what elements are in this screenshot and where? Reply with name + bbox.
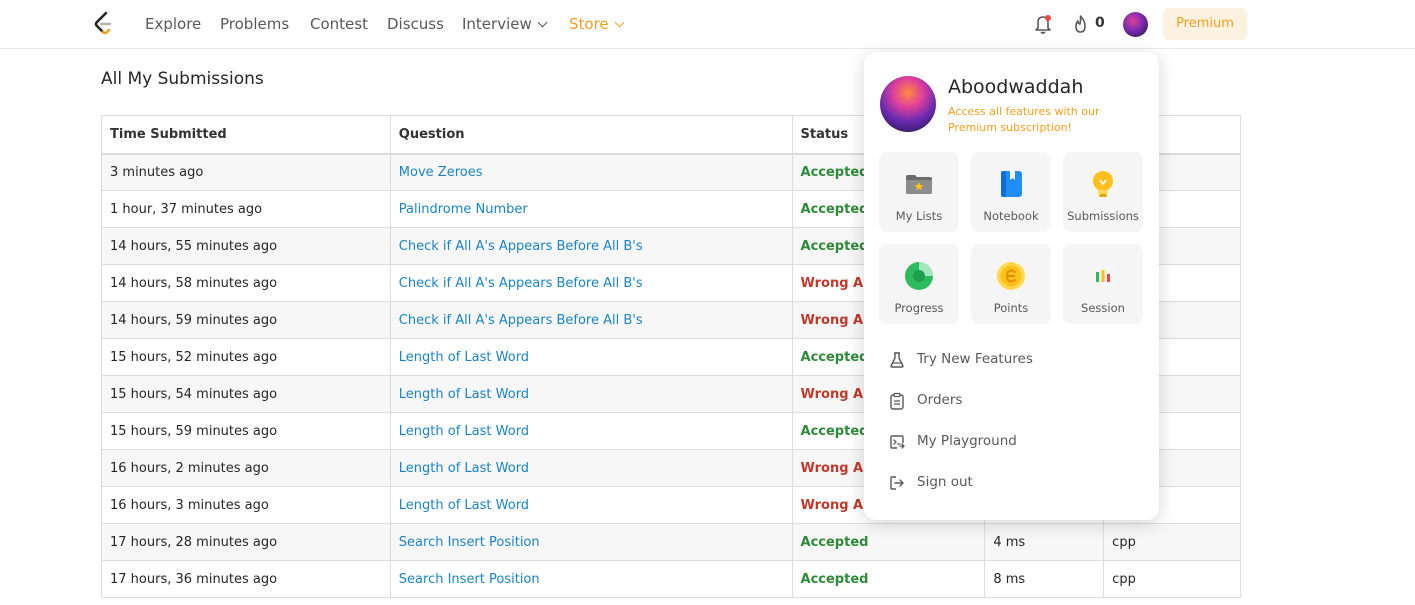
cell-runtime: 8 ms [984, 560, 1105, 598]
cell-question: Length of Last Word [389, 375, 793, 413]
premium-subscription-link[interactable]: Access all features with our Premium sub… [948, 104, 1118, 136]
cell-time-submitted: 14 hours, 58 minutes ago [101, 264, 391, 302]
tile-notebook[interactable]: Notebook [971, 152, 1051, 232]
points-coin-icon [997, 262, 1025, 290]
cell-time-submitted: 14 hours, 55 minutes ago [101, 227, 391, 265]
top-navbar: Explore Problems Contest Discuss Intervi… [0, 0, 1415, 49]
tile-label: Session [1081, 301, 1125, 315]
lightbulb-icon [1093, 171, 1113, 197]
cell-time-submitted: 17 hours, 28 minutes ago [101, 523, 391, 561]
menu-item-label: Sign out [917, 474, 973, 490]
cell-question: Check if All A's Appears Before All B's [389, 264, 793, 302]
question-link[interactable]: Check if All A's Appears Before All B's [399, 239, 643, 254]
cell-time-submitted: 15 hours, 59 minutes ago [101, 412, 391, 450]
tile-submissions[interactable]: Submissions [1063, 152, 1143, 232]
leetcode-logo-icon[interactable] [93, 11, 115, 37]
cell-time-submitted: 3 minutes ago [101, 153, 391, 191]
nav-interview-link[interactable]: Interview [462, 15, 548, 33]
user-avatar[interactable] [1123, 12, 1148, 37]
question-link[interactable]: Length of Last Word [399, 350, 529, 365]
sign-out-icon [890, 476, 904, 490]
tile-label: Notebook [983, 209, 1039, 223]
cell-status[interactable]: Accepted [791, 523, 986, 561]
menu-item-orders[interactable]: Orders [888, 390, 1138, 414]
menu-item-label: Orders [917, 392, 963, 408]
cell-language: cpp [1103, 523, 1241, 561]
question-link[interactable]: Length of Last Word [399, 461, 529, 476]
cell-runtime: 4 ms [984, 523, 1105, 561]
nav-discuss-link[interactable]: Discuss [387, 15, 444, 33]
nav-problems-link[interactable]: Problems [220, 15, 289, 33]
header-question: Question [389, 115, 793, 155]
session-chart-icon [1090, 265, 1116, 287]
nav-interview-label: Interview [462, 15, 532, 33]
tile-label: Points [993, 301, 1029, 315]
tile-label: Progress [894, 301, 944, 315]
profile-avatar[interactable] [880, 76, 936, 132]
nav-store-label: Store [569, 15, 609, 33]
folder-star-icon [906, 175, 932, 194]
tile-points[interactable]: Points [971, 244, 1051, 324]
cell-question: Search Insert Position [389, 523, 793, 561]
tile-label: My Lists [895, 209, 943, 223]
cell-question: Length of Last Word [389, 338, 793, 376]
cell-time-submitted: 16 hours, 2 minutes ago [101, 449, 391, 487]
menu-item-sign-out[interactable]: Sign out [888, 472, 1138, 496]
chevron-down-icon [537, 17, 548, 28]
menu-item-my-playground[interactable]: My Playground [888, 431, 1138, 455]
page-title: All My Submissions [101, 69, 264, 89]
question-link[interactable]: Length of Last Word [399, 498, 529, 513]
cell-question: Move Zeroes [389, 153, 793, 191]
cell-question: Length of Last Word [389, 486, 793, 524]
question-link[interactable]: Check if All A's Appears Before All B's [399, 276, 643, 291]
cell-time-submitted: 1 hour, 37 minutes ago [101, 190, 391, 228]
tile-progress[interactable]: Progress [879, 244, 959, 324]
nav-store-link[interactable]: Store [569, 15, 625, 33]
streak-fire-icon[interactable] [1072, 14, 1089, 34]
chevron-down-icon [614, 17, 625, 28]
premium-button[interactable]: Premium [1163, 8, 1247, 40]
cell-time-submitted: 14 hours, 59 minutes ago [101, 301, 391, 339]
clipboard-icon [890, 392, 904, 410]
question-link[interactable]: Palindrome Number [399, 202, 528, 217]
cell-question: Length of Last Word [389, 412, 793, 450]
menu-item-label: Try New Features [917, 351, 1033, 367]
notebook-icon [1001, 171, 1022, 197]
nav-explore-link[interactable]: Explore [145, 15, 201, 33]
question-link[interactable]: Move Zeroes [399, 165, 483, 180]
cell-question: Search Insert Position [389, 560, 793, 598]
cell-time-submitted: 16 hours, 3 minutes ago [101, 486, 391, 524]
cell-time-submitted: 17 hours, 36 minutes ago [101, 560, 391, 598]
progress-icon [905, 262, 933, 290]
cell-question: Check if All A's Appears Before All B's [389, 227, 793, 265]
question-link[interactable]: Check if All A's Appears Before All B's [399, 313, 643, 328]
menu-item-try-new-features[interactable]: Try New Features [888, 349, 1138, 373]
tile-label: Submissions [1067, 209, 1139, 223]
nav-contest-link[interactable]: Contest [310, 15, 368, 33]
question-link[interactable]: Search Insert Position [399, 572, 540, 587]
table-row: 17 hours, 28 minutes ago Search Insert Po… [101, 523, 1241, 561]
tile-session[interactable]: Session [1063, 244, 1143, 324]
cell-question: Palindrome Number [389, 190, 793, 228]
question-link[interactable]: Search Insert Position [399, 535, 540, 550]
cell-language: cpp [1103, 560, 1241, 598]
tile-my-lists[interactable]: My Lists [879, 152, 959, 232]
header-time-submitted: Time Submitted [101, 115, 391, 155]
question-link[interactable]: Length of Last Word [399, 387, 529, 402]
cell-status[interactable]: Accepted [791, 560, 986, 598]
cell-time-submitted: 15 hours, 52 minutes ago [101, 338, 391, 376]
table-row: 17 hours, 36 minutes ago Search Insert Po… [101, 560, 1241, 598]
notification-bell-icon[interactable] [1034, 14, 1052, 34]
cell-time-submitted: 15 hours, 54 minutes ago [101, 375, 391, 413]
profile-dropdown-menu: Aboodwaddah Access all features with our… [864, 52, 1159, 520]
flask-icon [890, 352, 904, 368]
terminal-icon [890, 435, 905, 449]
streak-count: 0 [1095, 15, 1105, 31]
question-link[interactable]: Length of Last Word [399, 424, 529, 439]
cell-question: Check if All A's Appears Before All B's [389, 301, 793, 339]
profile-username[interactable]: Aboodwaddah [948, 76, 1083, 98]
menu-item-label: My Playground [917, 433, 1017, 449]
cell-question: Length of Last Word [389, 449, 793, 487]
